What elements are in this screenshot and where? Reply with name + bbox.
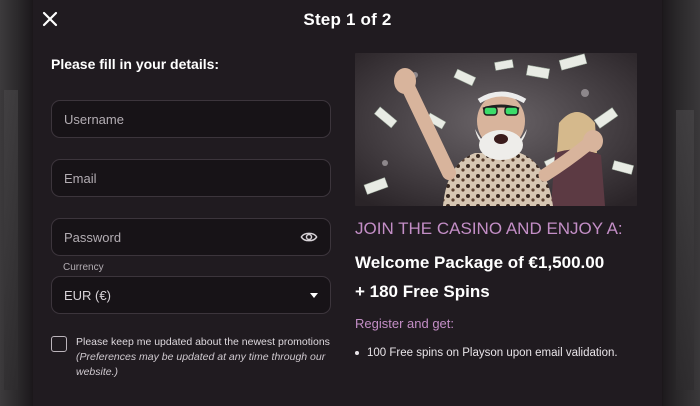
password-field[interactable] bbox=[51, 218, 331, 256]
bullet-dot bbox=[355, 351, 359, 355]
details-form: Please fill in your details: Currency EU… bbox=[51, 56, 333, 378]
caret-down-icon bbox=[310, 292, 318, 298]
backdrop-pillar-right bbox=[676, 110, 694, 390]
newsletter-consent: Please keep me updated about the newest … bbox=[51, 335, 333, 380]
promo-panel: JOIN THE CASINO AND ENJOY A: Welcome Pac… bbox=[355, 216, 645, 359]
consent-text: Please keep me updated about the newest … bbox=[76, 335, 333, 380]
currency-value: EUR (€) bbox=[64, 287, 111, 303]
email-field[interactable] bbox=[51, 159, 331, 197]
promo-bullet-text: 100 Free spins on Playson upon email val… bbox=[367, 347, 618, 359]
promo-image bbox=[355, 53, 637, 206]
currency-select[interactable]: EUR (€) bbox=[51, 276, 331, 314]
newsletter-checkbox[interactable] bbox=[51, 336, 67, 352]
promo-tagline: JOIN THE CASINO AND ENJOY A: bbox=[355, 219, 623, 238]
promo-offer: Welcome Package of €1,500.00 + 180 Free … bbox=[355, 248, 645, 306]
password-input[interactable] bbox=[64, 229, 300, 245]
close-icon bbox=[42, 11, 58, 27]
registration-modal: Step 1 of 2 Please fill in your details:… bbox=[33, 0, 662, 406]
eye-icon[interactable] bbox=[300, 228, 318, 246]
consent-label: Please keep me updated about the newest … bbox=[76, 336, 330, 348]
username-input[interactable] bbox=[64, 111, 318, 127]
close-button[interactable] bbox=[39, 8, 61, 30]
promo-subheading: Register and get: bbox=[355, 316, 455, 331]
backdrop-pillar-left bbox=[4, 90, 18, 390]
username-field[interactable] bbox=[51, 100, 331, 138]
email-input[interactable] bbox=[64, 170, 318, 186]
offer-line-2: + 180 Free Spins bbox=[355, 282, 490, 301]
currency-label: Currency bbox=[63, 262, 104, 273]
modal-header: Step 1 of 2 bbox=[33, 0, 662, 40]
celebrating-man-illustration bbox=[355, 53, 637, 206]
form-heading: Please fill in your details: bbox=[51, 56, 220, 72]
consent-note: (Preferences may be updated at any time … bbox=[76, 351, 326, 378]
step-title: Step 1 of 2 bbox=[303, 10, 392, 29]
offer-line-1: Welcome Package of €1,500.00 bbox=[355, 253, 605, 272]
promo-bullet-item: 100 Free spins on Playson upon email val… bbox=[355, 347, 645, 359]
